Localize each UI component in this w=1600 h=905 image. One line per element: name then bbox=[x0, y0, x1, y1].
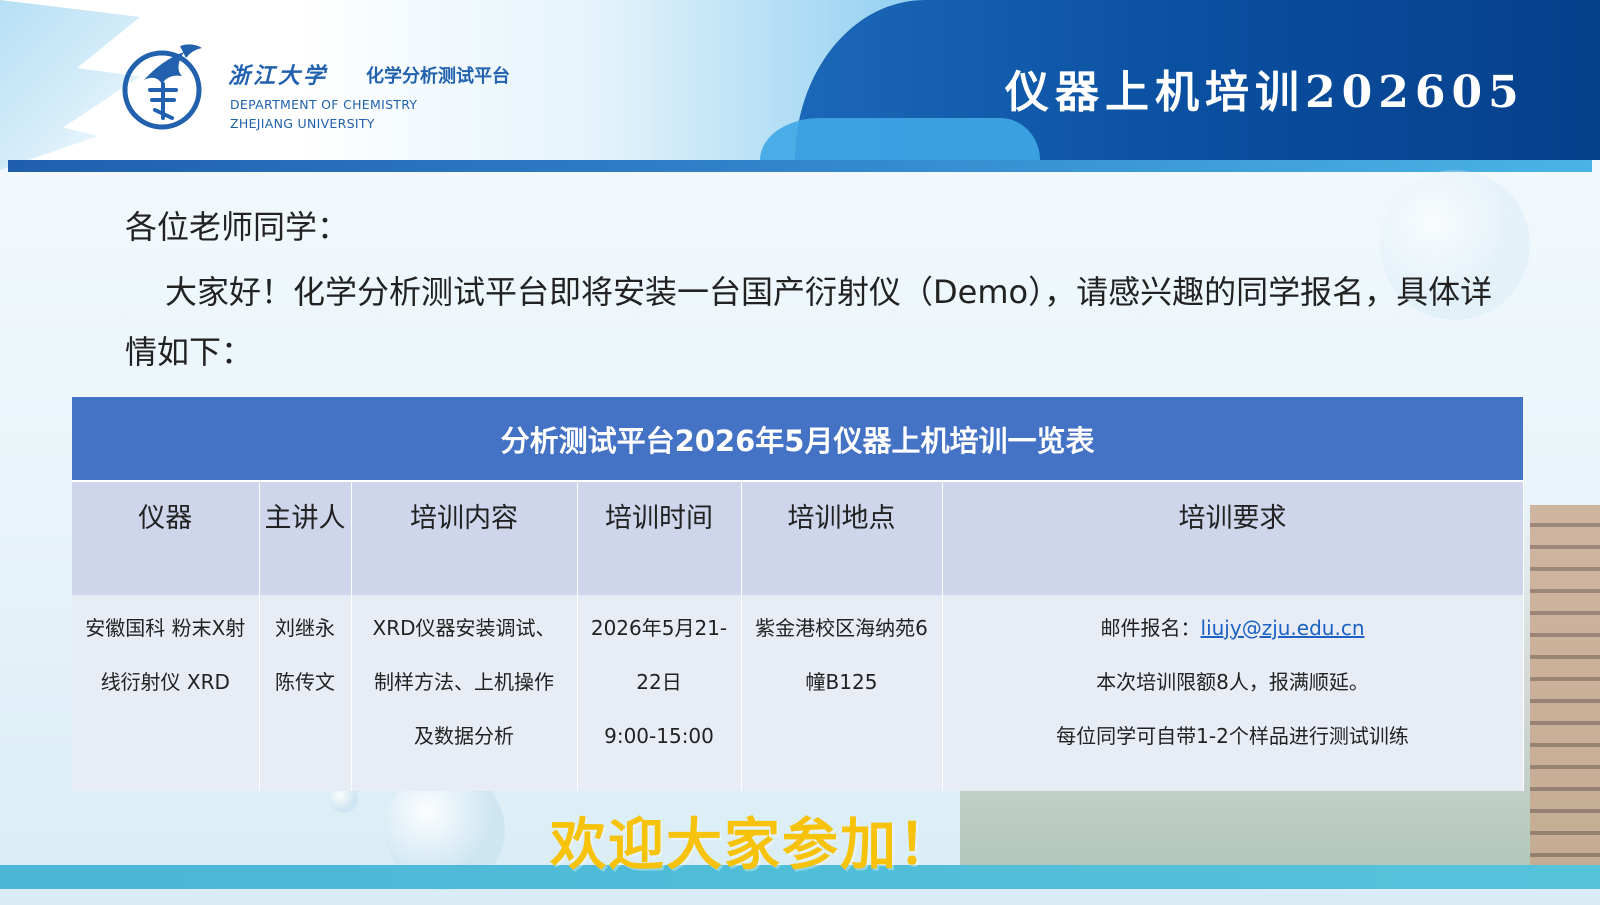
cell-location: 紫金港校区海纳苑6 幢B125 bbox=[741, 595, 943, 791]
cell-line: 2026年5月21- bbox=[590, 616, 728, 640]
email-label: 邮件报名： bbox=[1100, 616, 1201, 640]
university-name-en: ZHEJIANG UNIVERSITY bbox=[230, 116, 375, 131]
table-row: 安徽国科 粉末X射 线衍射仪 XRD 刘继永 陈传文 XRD仪器安装调试、 制样… bbox=[72, 595, 1524, 791]
cell-line: 幢B125 bbox=[805, 670, 878, 694]
cell-line: 9:00-15:00 bbox=[604, 724, 714, 748]
table-header-row: 仪器 主讲人 培训内容 培训时间 培训地点 培训要求 bbox=[72, 481, 1524, 595]
cell-line: 制样方法、上机操作 bbox=[374, 670, 554, 694]
cell-line: 线衍射仪 XRD bbox=[100, 670, 230, 694]
header-content: 培训内容 bbox=[351, 481, 578, 595]
cell-line: 22日 bbox=[636, 670, 682, 694]
building-photo bbox=[1530, 505, 1600, 865]
university-name-cn: 浙江大学 bbox=[228, 63, 329, 89]
cell-line: XRD仪器安装调试、 bbox=[372, 616, 556, 640]
cell-time: 2026年5月21- 22日 9:00-15:00 bbox=[577, 595, 742, 791]
welcome-text: 欢迎大家参加！ bbox=[550, 813, 956, 878]
limit-text: 本次培训限额8人，报满顺延。 bbox=[1096, 670, 1369, 694]
header-requirements: 培训要求 bbox=[942, 481, 1524, 595]
samples-text: 每位同学可自带1-2个样品进行测试训练 bbox=[1056, 724, 1409, 748]
email-line: 邮件报名：liujy@zju.edu.cn bbox=[949, 601, 1517, 655]
cell-line: 安徽国科 粉末X射 bbox=[85, 616, 246, 640]
platform-name-cn: 化学分析测试平台 bbox=[366, 66, 510, 87]
cell-line: 紫金港校区海纳苑6 bbox=[755, 616, 928, 640]
header-divider bbox=[8, 160, 1592, 172]
cell-line: 及数据分析 bbox=[414, 724, 514, 748]
training-table: 分析测试平台2026年5月仪器上机培训一览表 仪器 主讲人 培训内容 培训时间 … bbox=[72, 397, 1524, 791]
zju-logo-icon bbox=[122, 44, 202, 130]
header-time: 培训时间 bbox=[577, 481, 742, 595]
banner-title: 仪器上机培训202605 bbox=[1005, 67, 1525, 118]
table-caption: 分析测试平台2026年5月仪器上机培训一览表 bbox=[72, 397, 1524, 482]
cell-instrument: 安徽国科 粉末X射 线衍射仪 XRD bbox=[72, 595, 260, 791]
intro-paragraph: 大家好！化学分析测试平台即将安装一台国产衍射仪（Demo），请感兴趣的同学报名，… bbox=[125, 273, 1493, 371]
greeting-text: 各位老师同学： bbox=[125, 208, 350, 246]
cell-lecturers: 刘继永 陈传文 bbox=[259, 595, 352, 791]
cell-requirements: 邮件报名：liujy@zju.edu.cn 本次培训限额8人，报满顺延。 每位同… bbox=[942, 595, 1524, 791]
header-location: 培训地点 bbox=[741, 481, 943, 595]
cell-line: 刘继永 bbox=[275, 616, 335, 640]
cell-content: XRD仪器安装调试、 制样方法、上机操作 及数据分析 bbox=[351, 595, 578, 791]
header-lecturer: 主讲人 bbox=[259, 481, 352, 595]
cell-line: 陈传文 bbox=[275, 670, 335, 694]
email-link[interactable]: liujy@zju.edu.cn bbox=[1201, 616, 1365, 640]
header-light-curve bbox=[760, 118, 1040, 160]
header-instrument: 仪器 bbox=[72, 481, 260, 595]
department-name-en: DEPARTMENT OF CHEMISTRY bbox=[230, 97, 418, 112]
